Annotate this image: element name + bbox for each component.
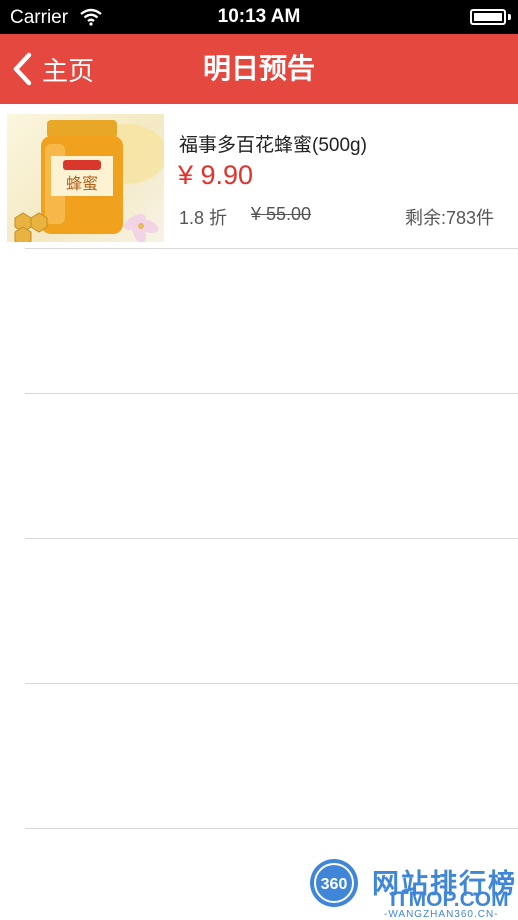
watermark: 360 网站排行榜 ITMOP.COM -WANGZHAN360.CN- <box>300 852 518 920</box>
product-price: ¥ 9.90 <box>178 160 254 190</box>
row-divider <box>25 828 518 829</box>
battery-icon <box>470 9 506 25</box>
product-image: 蜂蜜 <box>7 114 164 242</box>
product-name: 福事多百花蜂蜜(500g) <box>179 135 367 156</box>
product-row[interactable]: 蜂蜜 福事多百花蜂蜜(500g) ¥ 9.90 1.8 折 ¥ 55.00 剩余… <box>0 104 518 249</box>
watermark-url: -WANGZHAN360.CN- <box>384 909 499 920</box>
product-original-price: ¥ 55.00 <box>251 204 312 224</box>
page-title: 明日预告 <box>202 53 315 84</box>
product-discount: 1.8 折 <box>179 208 228 228</box>
jar-label: 蜂蜜 <box>66 174 98 193</box>
list-item <box>0 394 518 539</box>
honey-jar-illustration: 蜂蜜 <box>14 120 164 242</box>
list-item <box>0 249 518 394</box>
list-item <box>0 539 518 684</box>
product-list: 蜂蜜 福事多百花蜂蜜(500g) ¥ 9.90 1.8 折 ¥ 55.00 剩余… <box>0 104 518 829</box>
battery-tip <box>508 14 511 20</box>
watermark-logo-text: 360 <box>321 876 348 893</box>
product-stock: 剩余:783件 <box>404 208 494 228</box>
360-logo-icon: 360 <box>310 859 358 907</box>
list-item <box>0 684 518 829</box>
nav-bar: 主页 明日预告 <box>0 34 518 104</box>
status-bar: Carrier 10:13 AM <box>0 0 518 34</box>
status-time: 10:13 AM <box>217 6 301 27</box>
